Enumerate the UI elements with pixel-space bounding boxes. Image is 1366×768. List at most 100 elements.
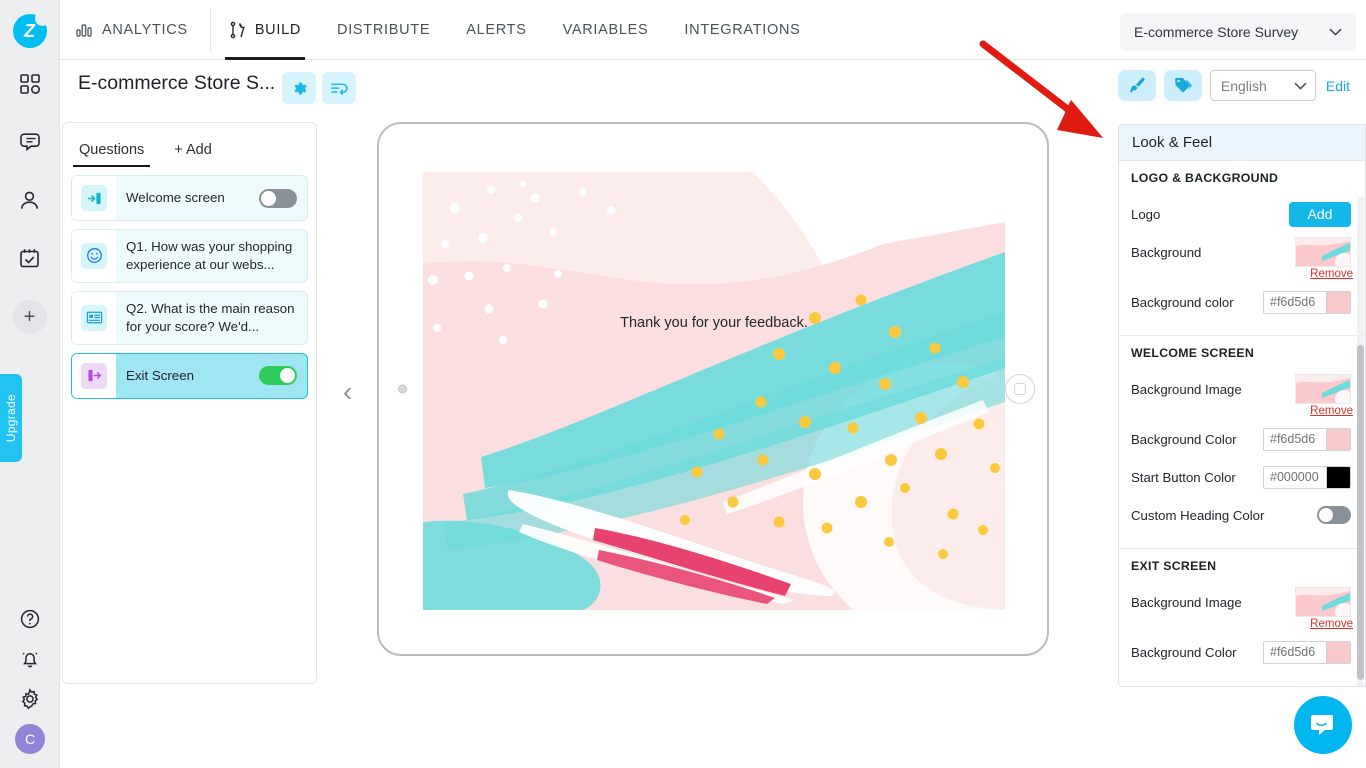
background-thumbnail[interactable] — [1295, 237, 1351, 267]
tasks-icon[interactable] — [8, 236, 52, 280]
page-title[interactable]: E-commerce Store S... — [78, 72, 275, 95]
survey-settings-button[interactable] — [282, 72, 316, 104]
row-label: Background Color — [1131, 431, 1237, 447]
app-logo[interactable]: Z — [12, 11, 50, 48]
row-welcome-background-image: Background Image Remove — [1131, 372, 1353, 417]
row-label: Background color — [1131, 294, 1234, 310]
welcome-background-color-field[interactable]: #f6d5d6 — [1263, 427, 1351, 451]
smiley-icon — [81, 242, 107, 269]
welcome-screen-icon — [81, 185, 107, 211]
feedback-icon[interactable] — [8, 120, 52, 164]
dashboard-icon[interactable] — [8, 62, 52, 106]
list-item[interactable]: Welcome screen — [71, 175, 308, 221]
app-root: Z + Upgrade C ANALYTICS BUILD DISTRIBUTE… — [0, 0, 1366, 768]
row-label: Logo — [1131, 206, 1161, 222]
exit-background-thumbnail[interactable] — [1295, 587, 1351, 617]
background-color-swatch[interactable] — [1326, 291, 1350, 313]
row-exit-background-image: Background Image Remove — [1131, 585, 1353, 630]
question-icon-cell — [72, 230, 116, 282]
gear-icon — [294, 82, 307, 94]
chat-launcher-button[interactable] — [1294, 696, 1352, 754]
questions-list: Welcome screen Q1. How was your shopping… — [63, 167, 316, 399]
row-start-button-color: Start Button Color #000000 — [1131, 460, 1351, 494]
tab-variables[interactable]: VARIABLES — [545, 0, 667, 60]
tags-button[interactable] — [1163, 70, 1202, 101]
remove-welcome-background-link[interactable]: Remove — [1310, 405, 1353, 417]
survey-preview-screen[interactable]: Thank you for your feedback. — [423, 172, 1005, 610]
tab-integrations[interactable]: INTEGRATIONS — [666, 0, 818, 60]
help-icon[interactable] — [8, 604, 52, 634]
text-field-icon — [81, 304, 107, 331]
chat-bubble-icon — [1311, 715, 1333, 735]
exit-screen-toggle[interactable] — [259, 366, 297, 386]
look-and-feel-title: Look & Feel — [1119, 125, 1365, 161]
start-button-color-field[interactable]: #000000 — [1263, 465, 1351, 489]
logo-letter: Z — [24, 20, 35, 41]
tools-icon — [230, 21, 245, 38]
list-item[interactable]: Q2. What is the main reason for your sco… — [71, 290, 308, 345]
language-value: English — [1220, 77, 1267, 94]
preview-canvas: ‹ Thank you for your feedback. — [317, 118, 1118, 768]
tab-questions[interactable]: Questions — [73, 142, 151, 167]
remove-exit-background-link[interactable]: Remove — [1310, 618, 1353, 630]
survey-logic-button[interactable] — [322, 72, 356, 104]
row-label: Background Color — [1131, 644, 1237, 660]
add-logo-button[interactable]: Add — [1289, 201, 1351, 227]
tab-build[interactable]: BUILD — [211, 0, 319, 60]
toggle-knob — [1319, 508, 1333, 522]
exit-background-color-swatch[interactable] — [1326, 641, 1350, 663]
chevron-down-icon — [1294, 82, 1307, 90]
welcome-screen-toggle[interactable] — [259, 188, 297, 208]
list-item[interactable]: Exit Screen — [71, 352, 308, 399]
welcome-thumbnail-wrap: Remove — [1295, 374, 1353, 417]
edit-link[interactable]: Edit — [1324, 78, 1352, 94]
welcome-background-color-swatch[interactable] — [1326, 428, 1350, 450]
add-question-button[interactable]: + Add — [168, 142, 218, 167]
tab-distribute[interactable]: DISTRIBUTE — [319, 0, 448, 60]
row-exit-background-color: Background Color #f6d5d6 — [1131, 635, 1351, 669]
survey-selector[interactable]: E-commerce Store Survey — [1120, 13, 1356, 51]
survey-selector-label: E-commerce Store Survey — [1134, 24, 1299, 40]
tab-build-label: BUILD — [254, 21, 302, 38]
custom-heading-color-toggle[interactable] — [1317, 506, 1351, 524]
section-exit-screen: EXIT SCREEN Background Image Remove Back… — [1119, 549, 1365, 685]
chevron-down-icon — [1329, 28, 1342, 36]
thumbnail-art — [1296, 588, 1350, 616]
row-label: Background Image — [1131, 381, 1242, 397]
avatar[interactable]: C — [15, 724, 45, 754]
header-right-tools: English Edit — [1117, 70, 1352, 101]
row-label: Custom Heading Color — [1131, 507, 1265, 523]
start-button-color-swatch[interactable] — [1326, 466, 1350, 488]
notifications-icon[interactable] — [8, 644, 52, 674]
thank-you-message: Thank you for your feedback. — [620, 315, 808, 331]
toggle-knob — [280, 368, 295, 384]
background-color-field[interactable]: #f6d5d6 — [1263, 290, 1351, 314]
top-navigation: ANALYTICS BUILD DISTRIBUTE ALERTS VARIAB… — [60, 0, 1366, 60]
exit-background-color-field[interactable]: #f6d5d6 — [1263, 640, 1351, 664]
settings-icon[interactable] — [8, 684, 52, 714]
background-color-value[interactable]: #f6d5d6 — [1264, 291, 1326, 313]
row-custom-heading-color: Custom Heading Color — [1131, 498, 1351, 532]
language-select[interactable]: English — [1209, 70, 1316, 101]
start-button-color-value[interactable]: #000000 — [1264, 466, 1326, 488]
thumbnail-art — [1296, 375, 1350, 403]
contacts-icon[interactable] — [8, 178, 52, 222]
upgrade-button[interactable]: Upgrade — [0, 374, 22, 462]
welcome-background-color-value[interactable]: #f6d5d6 — [1264, 428, 1326, 450]
rail-bottom-group: C — [0, 604, 60, 754]
previous-screen-arrow[interactable]: ‹ — [343, 376, 352, 408]
panel-scrollbar[interactable] — [1357, 345, 1364, 680]
exit-background-color-value[interactable]: #f6d5d6 — [1264, 641, 1326, 663]
left-icon-rail: Z + Upgrade C — [0, 0, 60, 768]
logic-flow-icon — [330, 82, 348, 95]
exit-thumbnail-wrap: Remove — [1295, 587, 1353, 630]
welcome-background-thumbnail[interactable] — [1295, 374, 1351, 404]
add-button[interactable]: + — [12, 300, 47, 334]
tab-analytics[interactable]: ANALYTICS — [60, 8, 211, 51]
tab-alerts[interactable]: ALERTS — [448, 0, 544, 60]
remove-background-link[interactable]: Remove — [1310, 268, 1353, 280]
list-item[interactable]: Q1. How was your shopping experience at … — [71, 229, 308, 283]
exit-screen-icon — [81, 362, 107, 389]
thumbnail-art — [1296, 238, 1350, 266]
look-and-feel-button[interactable] — [1117, 70, 1156, 101]
